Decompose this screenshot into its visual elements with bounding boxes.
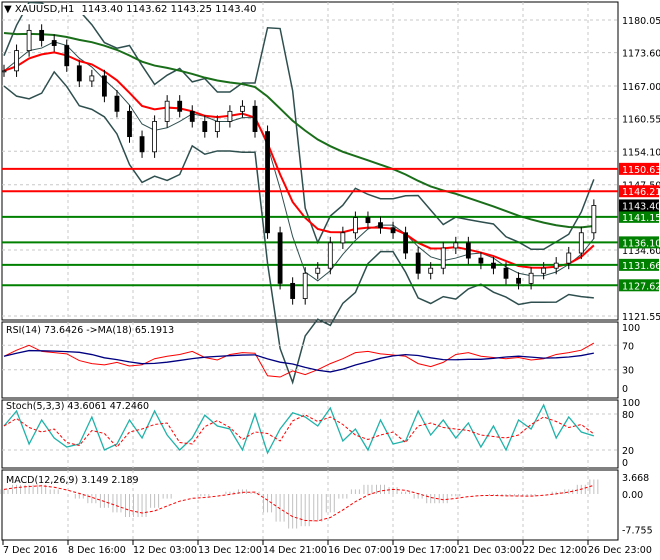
candle-body — [14, 50, 19, 72]
candle-body — [491, 262, 496, 269]
y-tick-label: 1173.60 — [622, 49, 660, 60]
macd-tick-label: -7.755 — [622, 526, 653, 537]
symbol-label: XAUUSD,H1 — [14, 4, 75, 15]
current-price-label: 1143.40 — [622, 201, 660, 212]
stoch-label: Stoch(5,3,3) 43.6061 47.2460 — [6, 401, 150, 412]
candle-body — [415, 252, 421, 274]
dropdown-triangle-icon[interactable]: ▼ — [4, 4, 12, 15]
candle-body — [553, 262, 559, 269]
x-tick-label: 8 Dec 16:00 — [68, 545, 126, 556]
candle-body — [340, 232, 346, 244]
candle-body — [214, 121, 220, 132]
candle-body — [202, 121, 208, 132]
rsi-tick-label: 30 — [622, 366, 634, 377]
level-price-label: 1131.66 — [622, 261, 660, 272]
candle-body — [102, 75, 107, 97]
macd-tick-label: 0.00 — [622, 490, 643, 501]
x-tick-label: 19 Dec 17:00 — [393, 545, 457, 556]
candle-body — [227, 110, 233, 122]
candle-body — [252, 105, 258, 132]
chart-header: ▼ XAUUSD,H1 1143.40 1143.62 1143.25 1143… — [4, 4, 260, 15]
panel-frame-0 — [1, 1, 619, 321]
x-tick-label: 16 Dec 07:00 — [328, 545, 392, 556]
candle-body — [164, 100, 170, 122]
y-tick-label: 1180.05 — [622, 16, 660, 27]
rsi-tick-label: 70 — [622, 341, 634, 352]
candle-body — [1, 70, 7, 73]
stoch-tick-label: 80 — [622, 410, 634, 421]
level-price-label: 1136.10 — [622, 238, 660, 249]
candle-body — [64, 45, 70, 67]
candle-body — [51, 40, 57, 46]
stoch-tick-label: 0 — [622, 458, 628, 469]
candle-body — [139, 136, 145, 153]
candle-body — [378, 222, 383, 229]
candle-body — [290, 282, 296, 299]
y-tick-label: 1154.10 — [622, 147, 660, 158]
candle-body — [177, 100, 183, 112]
candle-body — [541, 267, 547, 274]
candle-body — [390, 227, 396, 234]
x-tick-label: 22 Dec 12:00 — [523, 545, 587, 556]
candle-body — [152, 121, 158, 153]
candle-body — [265, 131, 270, 234]
rsi-tick-label: 0 — [622, 384, 628, 395]
candle-body — [578, 232, 584, 254]
candle-body — [428, 267, 434, 274]
chart-window[interactable]: 7 Dec 2016 8 Dec 16:00 12 Dec 03:00 13 Dec … — [0, 0, 660, 560]
candle-body — [114, 95, 120, 112]
macd-label: MACD(12,26,9) 3.149 2.189 — [6, 475, 139, 486]
candle-body — [302, 272, 308, 299]
candle-body — [76, 65, 82, 82]
x-tick-label: 26 Dec 23:00 — [588, 545, 652, 556]
candle-body — [365, 217, 371, 224]
candle-body — [465, 242, 471, 259]
x-tick-label: 12 Dec 03:00 — [133, 545, 197, 556]
level-price-label: 1146.21 — [622, 187, 660, 198]
x-tick-label: 14 Dec 21:00 — [263, 545, 327, 556]
candle-body — [277, 232, 283, 284]
candle-body — [503, 267, 509, 279]
candle-body — [516, 277, 521, 284]
level-price-label: 1127.62 — [622, 281, 660, 292]
candle-body — [39, 29, 45, 41]
candle-body — [327, 242, 333, 269]
candle-body — [26, 29, 32, 52]
candle-body — [315, 267, 321, 274]
y-tick-label: 1160.55 — [622, 115, 660, 126]
y-tick-label: 1121.55 — [622, 312, 660, 323]
rsi-tick-label: 100 — [622, 323, 640, 334]
candle-body — [528, 272, 534, 284]
candle-body — [453, 242, 459, 249]
stoch-tick-label: 100 — [622, 398, 640, 409]
x-tick-label: 13 Dec 12:00 — [198, 545, 262, 556]
x-tick-label: 21 Dec 03:00 — [458, 545, 522, 556]
y-tick-label: 1167.00 — [622, 82, 660, 93]
candle-body — [240, 105, 245, 112]
candle-body — [189, 110, 195, 122]
candle-body — [127, 110, 132, 138]
level-price-label: 1150.63 — [622, 165, 660, 176]
ohlc-values: 1143.40 1143.62 1143.25 1143.40 — [81, 4, 257, 15]
candle-body — [591, 205, 597, 234]
candle-body — [440, 247, 446, 269]
level-price-label: 1141.15 — [622, 213, 660, 224]
rsi-label: RSI(14) 73.6426 ->MA(18) 65.1913 — [6, 325, 175, 336]
candle-body — [478, 257, 484, 264]
stoch-tick-label: 20 — [622, 446, 634, 457]
macd-tick-label: 3.668 — [622, 473, 649, 484]
candle-body — [566, 252, 572, 264]
candle-body — [403, 232, 409, 254]
candle-body — [352, 217, 358, 234]
candle-body — [89, 75, 95, 82]
x-tick-label: 7 Dec 2016 — [3, 545, 58, 556]
